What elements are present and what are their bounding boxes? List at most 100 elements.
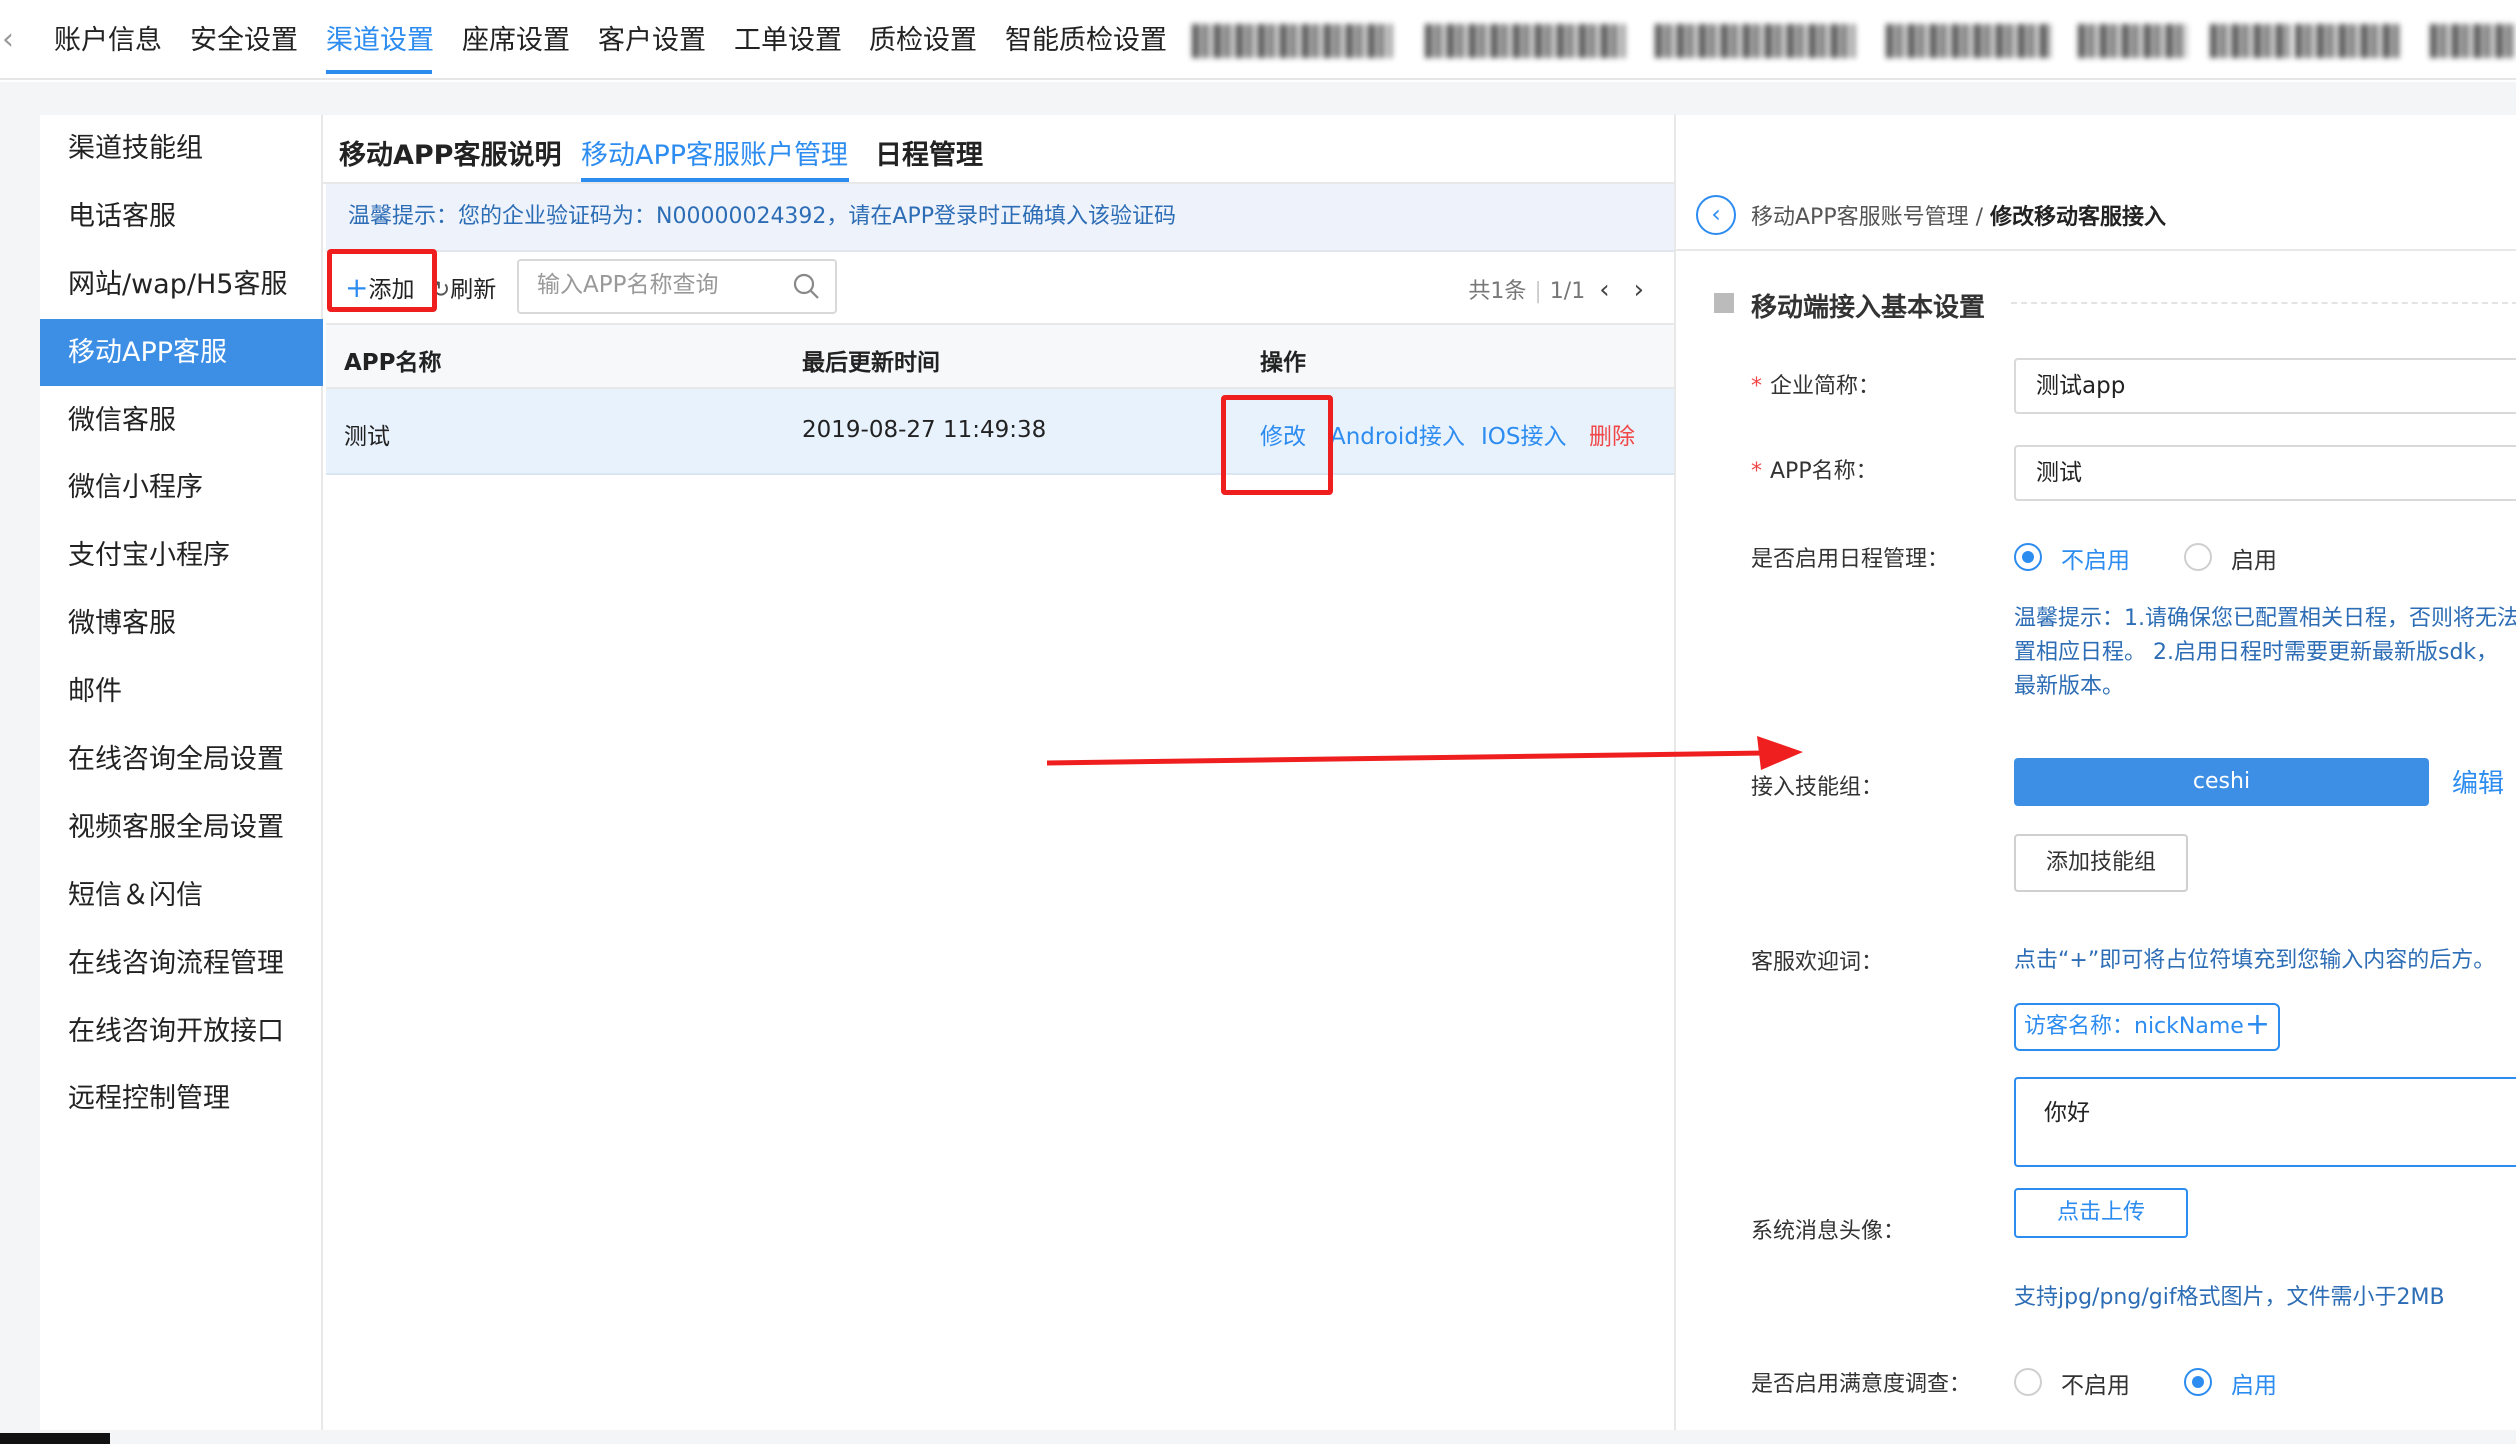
tab-app-account-management[interactable]: 移动APP客服账户管理: [581, 133, 848, 172]
column-header-app-name: APP名称: [344, 350, 442, 376]
chevron-left-icon[interactable]: ‹: [2, 22, 14, 57]
company-name-label: * 企业简称：: [1751, 374, 1881, 399]
sidebar-item-phone[interactable]: 电话客服: [40, 183, 323, 250]
breadcrumb-divider: [1676, 249, 2516, 251]
nav-security-settings[interactable]: 安全设置: [190, 18, 298, 57]
chevron-right-icon[interactable]: ›: [1634, 275, 1644, 305]
search-box: [517, 259, 837, 314]
column-header-actions: 操作: [1260, 350, 1306, 376]
sidebar-item-sms[interactable]: 短信＆闪信: [40, 862, 323, 929]
survey-disable-label: 不启用: [2061, 1373, 2130, 1399]
chevron-left-icon[interactable]: ‹: [1599, 275, 1609, 305]
breadcrumb-separator: /: [1968, 205, 1990, 230]
schedule-hint-line-1: 温馨提示：1.请确保您已配置相关日程，否则将无法: [2014, 606, 2516, 631]
avatar-label: 系统消息头像：: [1751, 1219, 1906, 1244]
sidebar-item-remote-control[interactable]: 远程控制管理: [40, 1065, 323, 1132]
nav-item-blurred[interactable]: [2430, 24, 2516, 58]
delete-link[interactable]: 删除: [1589, 417, 1635, 451]
welcome-label: 客服欢迎词：: [1751, 950, 1884, 975]
annotation-box-add: [327, 249, 437, 312]
sidebar-item-video-global[interactable]: 视频客服全局设置: [40, 794, 323, 861]
sidebar-item-weibo[interactable]: 微博客服: [40, 590, 323, 657]
schedule-hint-line-2: 置相应日程。 2.启用日程时需要更新最新版sdk，: [2014, 640, 2499, 665]
tab-app-description[interactable]: 移动APP客服说明: [339, 133, 561, 172]
sidebar-item-alipay-mini[interactable]: 支付宝小程序: [40, 522, 323, 589]
sidebar-item-wechat[interactable]: 微信客服: [40, 387, 323, 454]
app-search-input[interactable]: [537, 261, 787, 309]
schedule-disable-radio[interactable]: [2014, 543, 2042, 571]
section-marker-icon: [1714, 293, 1734, 313]
app-name-input[interactable]: 测试: [2014, 445, 2516, 501]
nav-seat-settings[interactable]: 座席设置: [462, 18, 570, 57]
nav-item-blurred[interactable]: [1886, 24, 2051, 58]
app-name-label: * APP名称：: [1751, 459, 1878, 484]
back-circle-icon[interactable]: ‹: [1696, 195, 1736, 235]
section-divider: [2011, 302, 2516, 304]
sidebar: 渠道技能组 电话客服 网站/wap/H5客服 移动APP客服 微信客服 微信小程…: [40, 115, 323, 1430]
nav-account-info[interactable]: 账户信息: [54, 18, 162, 57]
sidebar-item-email[interactable]: 邮件: [40, 658, 323, 725]
schedule-hint-line-3: 最新版本。: [2014, 674, 2125, 699]
sidebar-item-wechat-mini[interactable]: 微信小程序: [40, 454, 323, 521]
refresh-button-label: 刷新: [450, 277, 497, 303]
android-access-link[interactable]: Android接入: [1330, 417, 1465, 451]
app-name-label-text: APP名称：: [1770, 459, 1878, 484]
nav-smart-qc-settings[interactable]: 智能质检设置: [1005, 18, 1167, 57]
breadcrumb-parent[interactable]: 移动APP客服账号管理: [1751, 205, 1969, 230]
search-icon[interactable]: [791, 271, 821, 301]
bottom-edge-strip: [0, 1433, 110, 1444]
cell-app-name: 测试: [344, 424, 390, 450]
sidebar-item-open-api[interactable]: 在线咨询开放接口: [40, 998, 323, 1065]
section-title: 移动端接入基本设置: [1751, 293, 1986, 323]
annotation-box-edit: [1221, 395, 1333, 495]
verification-tip: 温馨提示：您的企业验证码为：N00000024392，请在APP登录时正确填入该…: [326, 184, 1674, 252]
placeholder-tag-label: 访客名称：nickName: [2024, 1014, 2244, 1039]
table-header: APP名称 最后更新时间 操作: [326, 323, 1674, 389]
nav-ticket-settings[interactable]: 工单设置: [734, 18, 842, 57]
column-header-updated: 最后更新时间: [802, 350, 940, 376]
pager-total: 共1条: [1468, 279, 1527, 304]
top-nav: ‹ 账户信息 安全设置 渠道设置 座席设置 客户设置 工单设置 质检设置 智能质…: [0, 0, 2516, 80]
cell-updated-time: 2019-08-27 11:49:38: [802, 417, 1047, 443]
nav-channel-settings[interactable]: 渠道设置: [326, 18, 434, 57]
nav-customer-settings[interactable]: 客户设置: [598, 18, 706, 57]
refresh-button[interactable]: ↻刷新: [431, 270, 496, 304]
nickname-placeholder-tag[interactable]: 访客名称：nickName +: [2014, 1003, 2280, 1051]
add-skill-group-button[interactable]: 添加技能组: [2014, 834, 2188, 892]
nav-item-blurred[interactable]: [1192, 24, 1392, 58]
skill-group-tag[interactable]: ceshi: [2014, 758, 2429, 806]
company-name-label-text: 企业简称：: [1770, 374, 1881, 399]
nav-qc-settings[interactable]: 质检设置: [869, 18, 977, 57]
nav-item-blurred[interactable]: [1425, 24, 1625, 58]
annotation-arrow-icon: [1046, 736, 1803, 770]
company-name-input[interactable]: 测试app: [2014, 358, 2516, 414]
breadcrumb: 移动APP客服账号管理 / 修改移动客服接入: [1751, 199, 2166, 231]
nav-item-blurred[interactable]: [2295, 24, 2400, 58]
nav-item-blurred[interactable]: [2078, 24, 2188, 58]
schedule-disable-label: 不启用: [2061, 548, 2130, 574]
schedule-enable-radio[interactable]: [2184, 543, 2212, 571]
nav-item-blurred[interactable]: [2210, 24, 2290, 58]
sidebar-item-mobile-app[interactable]: 移动APP客服: [40, 319, 323, 386]
plus-icon[interactable]: +: [2245, 1003, 2270, 1047]
sidebar-item-skill-group[interactable]: 渠道技能组: [40, 115, 323, 182]
welcome-hint: 点击“+”即可将占位符填充到您输入内容的后方。: [2014, 948, 2496, 973]
survey-disable-radio[interactable]: [2014, 1368, 2042, 1396]
sidebar-item-online-global[interactable]: 在线咨询全局设置: [40, 726, 323, 793]
pager-page: 1/1: [1549, 279, 1586, 304]
table-row: 测试 2019-08-27 11:49:38 修改 Android接入 IOS接…: [326, 389, 1674, 475]
upload-hint: 支持jpg/png/gif格式图片，文件需小于2MB: [2014, 1285, 2445, 1310]
sidebar-item-web[interactable]: 网站/wap/H5客服: [40, 251, 323, 318]
pager-divider: |: [1534, 279, 1542, 304]
survey-enable-radio[interactable]: [2184, 1368, 2212, 1396]
nav-item-blurred[interactable]: [1655, 24, 1855, 58]
welcome-textarea[interactable]: 你好: [2014, 1077, 2516, 1167]
schedule-label: 是否启用日程管理：: [1751, 547, 1950, 572]
nav-active-underline: [326, 70, 432, 74]
tab-schedule-management[interactable]: 日程管理: [875, 133, 983, 172]
pagination: 共1条 | 1/1 ‹ ›: [1468, 273, 1644, 305]
upload-button[interactable]: 点击上传: [2014, 1188, 2188, 1238]
skill-group-edit-link[interactable]: 编辑: [2452, 763, 2504, 800]
ios-access-link[interactable]: IOS接入: [1481, 417, 1567, 451]
sidebar-item-online-flow[interactable]: 在线咨询流程管理: [40, 930, 323, 997]
